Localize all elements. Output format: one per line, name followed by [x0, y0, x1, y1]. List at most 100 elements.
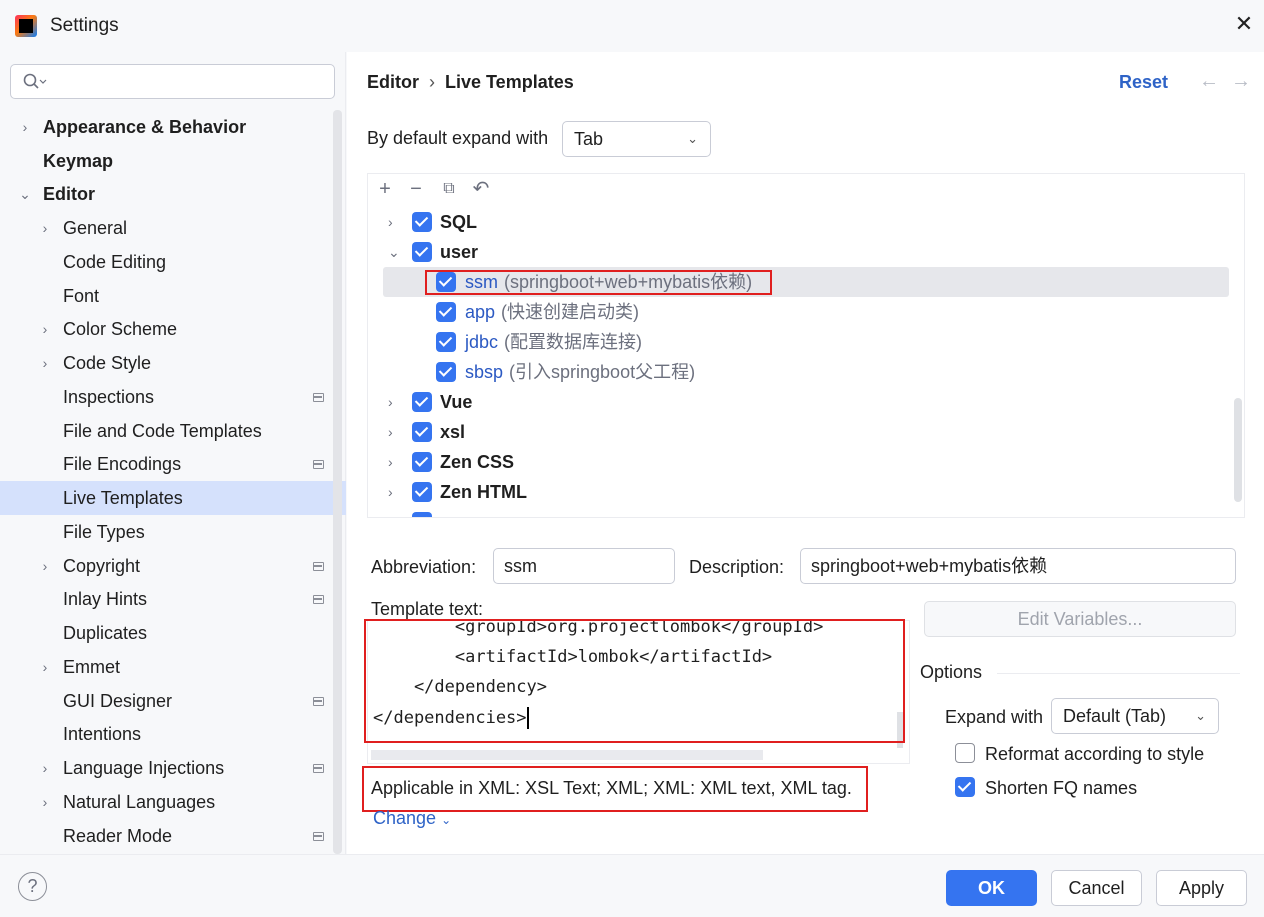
cancel-button[interactable]: Cancel [1051, 870, 1142, 906]
sidebar-item-general[interactable]: › General [0, 211, 346, 245]
live-templates-panel: Editor › Live Templates Reset ← → By defau… [347, 52, 1264, 854]
edit-variables-button[interactable]: Edit Variables... [924, 601, 1236, 637]
reformat-checkbox[interactable] [955, 743, 975, 763]
sidebar-item-label: File and Code Templates [63, 421, 262, 441]
template-group-user[interactable]: ⌄ user [368, 237, 1244, 267]
chevron-right-icon: › [388, 394, 393, 410]
template-group-sql[interactable]: › SQL [368, 207, 1244, 237]
sidebar-item-file-encodings[interactable]: File Encodings [0, 447, 346, 481]
sidebar-scrollbar[interactable] [333, 110, 342, 854]
template-group-partial[interactable]: › [368, 507, 1244, 517]
reset-link[interactable]: Reset [1119, 72, 1168, 93]
sidebar-item-label: Font [63, 286, 100, 306]
chevron-down-icon: ⌄ [19, 186, 31, 202]
sidebar-item-file-types[interactable]: File Types [0, 515, 346, 549]
sidebar-item-appearance[interactable]: › Appearance & Behavior [0, 110, 346, 144]
abbreviation-field[interactable]: ssm [493, 548, 675, 584]
chevron-right-icon: › [42, 220, 48, 236]
templates-tree: + − ⧉ ↶ › SQL ⌄ user ssm (springboot+web+… [367, 173, 1245, 518]
sidebar-item-gui-designer[interactable]: GUI Designer [0, 684, 346, 718]
sidebar-item-label: General [63, 218, 128, 238]
group-checkbox[interactable] [412, 452, 432, 472]
template-item-app[interactable]: app (快速创建启动类) [368, 297, 1244, 327]
sidebar-item-inlay-hints[interactable]: Inlay Hints [0, 582, 346, 616]
sidebar-item-language-injections[interactable]: › Language Injections [0, 751, 346, 785]
sidebar-item-intentions[interactable]: Intentions [0, 717, 346, 751]
group-checkbox[interactable] [412, 422, 432, 442]
template-group-vue[interactable]: › Vue [368, 387, 1244, 417]
editor-horizontal-scrollbar[interactable] [371, 750, 763, 760]
help-icon[interactable]: ? [18, 872, 47, 901]
sidebar-item-editor[interactable]: ⌄ Editor [0, 177, 346, 211]
remove-icon[interactable]: − [405, 178, 427, 200]
group-checkbox[interactable] [412, 212, 432, 232]
chevron-right-icon: › [388, 484, 393, 500]
code-line-text: </dependencies> [373, 708, 527, 728]
settings-sidebar: › Appearance & Behavior Keymap ⌄ Editor … [0, 52, 346, 854]
group-name: Zen CSS [440, 452, 515, 472]
add-icon[interactable]: + [374, 178, 396, 200]
options-divider [997, 673, 1240, 674]
chevron-down-icon: ⌄ [441, 813, 452, 827]
shorten-fq-checkbox[interactable] [955, 777, 975, 797]
editor-vertical-scrollbar[interactable] [897, 712, 903, 748]
sidebar-item-color-scheme[interactable]: › Color Scheme [0, 312, 346, 346]
sidebar-item-duplicates[interactable]: Duplicates [0, 616, 346, 650]
sidebar-item-label: Reader Mode [63, 826, 173, 846]
abbreviation-label: Abbreviation: [371, 557, 477, 577]
template-item-jdbc[interactable]: jdbc (配置数据库连接) [368, 327, 1244, 357]
group-checkbox[interactable] [412, 482, 432, 502]
ok-button[interactable]: OK [946, 870, 1037, 906]
chevron-right-icon: › [42, 794, 48, 810]
template-item-ssm[interactable]: ssm (springboot+web+mybatis依赖) [383, 267, 1229, 297]
template-item-sbsp[interactable]: sbsp (引入springboot父工程) [368, 357, 1244, 387]
sidebar-item-emmet[interactable]: › Emmet [0, 650, 346, 684]
apply-button[interactable]: Apply [1156, 870, 1247, 906]
sidebar-item-keymap[interactable]: Keymap [0, 144, 346, 178]
sidebar-item-code-editing[interactable]: Code Editing [0, 245, 346, 279]
project-settings-icon [313, 764, 324, 773]
close-icon[interactable]: ✕ [1232, 12, 1256, 36]
shorten-fq-label: Shorten FQ names [985, 778, 1138, 798]
template-group-zen-html[interactable]: › Zen HTML [368, 477, 1244, 507]
reformat-label: Reformat according to style [985, 744, 1205, 764]
template-checkbox[interactable] [436, 302, 456, 322]
change-contexts-link[interactable]: Change ⌄ [373, 808, 451, 829]
group-checkbox[interactable] [412, 242, 432, 262]
chevron-down-icon: ⌄ [1195, 708, 1206, 723]
breadcrumb-editor[interactable]: Editor [367, 72, 419, 92]
sidebar-item-code-style[interactable]: › Code Style [0, 346, 346, 380]
back-arrow-icon[interactable]: ← [1199, 70, 1219, 93]
default-expand-select[interactable]: Tab ⌄ [562, 121, 711, 157]
copy-icon[interactable]: ⧉ [438, 178, 460, 200]
sidebar-item-font[interactable]: Font [0, 279, 346, 313]
template-checkbox[interactable] [436, 332, 456, 352]
expand-with-select[interactable]: Default (Tab) ⌄ [1051, 698, 1219, 734]
search-input[interactable] [10, 64, 335, 99]
template-group-xsl[interactable]: › xsl [368, 417, 1244, 447]
template-checkbox[interactable] [436, 272, 456, 292]
group-checkbox[interactable] [412, 512, 432, 517]
restore-icon[interactable]: ↶ [470, 178, 492, 200]
sidebar-item-reader-mode[interactable]: Reader Mode [0, 819, 346, 853]
sidebar-item-file-code-templates[interactable]: File and Code Templates [0, 414, 346, 448]
code-line: <artifactId>lombok</artifactId> [373, 647, 773, 667]
template-abbr: app [465, 302, 496, 322]
sidebar-item-live-templates[interactable]: Live Templates [0, 481, 346, 515]
sidebar-item-label: File Types [63, 522, 145, 542]
template-checkbox[interactable] [436, 362, 456, 382]
sidebar-item-inspections[interactable]: Inspections [0, 380, 346, 414]
expand-with-value: Default (Tab) [1063, 706, 1167, 726]
group-checkbox[interactable] [412, 392, 432, 412]
sidebar-item-label: Intentions [63, 724, 142, 744]
forward-arrow-icon[interactable]: → [1231, 70, 1251, 93]
chevron-right-icon: › [42, 321, 48, 337]
template-group-zen-css[interactable]: › Zen CSS [368, 447, 1244, 477]
sidebar-item-copyright[interactable]: › Copyright [0, 549, 346, 583]
description-field[interactable]: springboot+web+mybatis依赖 [800, 548, 1236, 584]
templates-scrollbar[interactable] [1234, 398, 1242, 502]
template-text-label: Template text: [371, 599, 484, 619]
template-text-editor[interactable]: <groupId>org.projectlombok</groupId> <ar… [367, 620, 910, 764]
sidebar-item-natural-languages[interactable]: › Natural Languages [0, 785, 346, 819]
expand-with-label: Expand with [945, 707, 1044, 727]
